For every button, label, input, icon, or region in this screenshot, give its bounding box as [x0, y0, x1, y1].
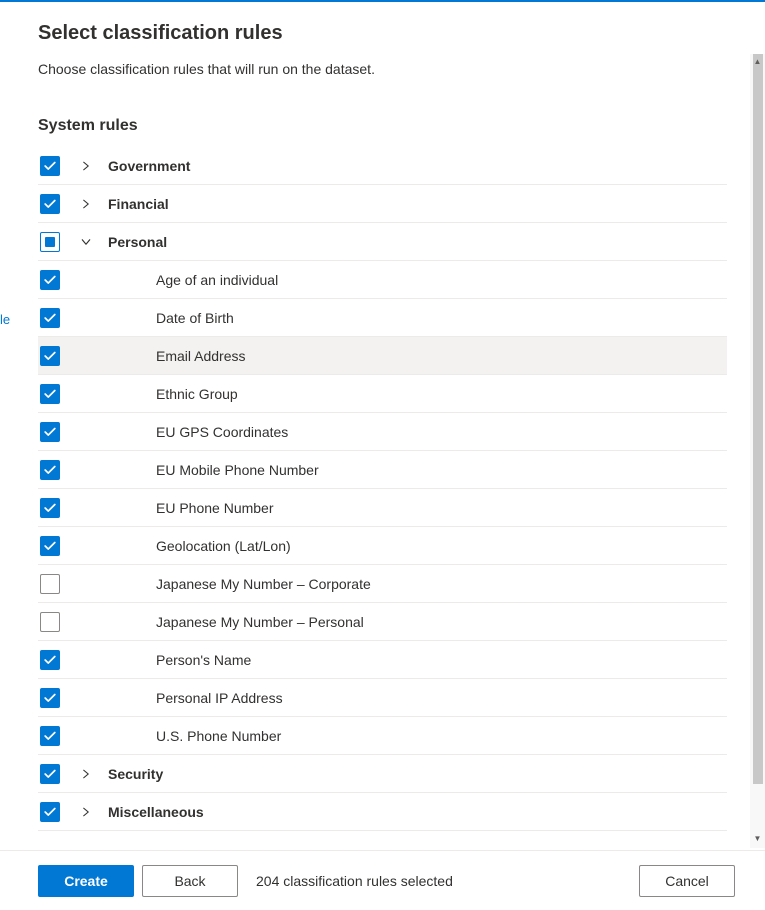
group-label[interactable]: Financial	[108, 196, 169, 212]
rule-group-row: Miscellaneous	[38, 793, 727, 831]
rule-group-row: Security	[38, 755, 727, 793]
group-label[interactable]: Government	[108, 158, 190, 174]
chevron-right-icon[interactable]	[78, 766, 94, 782]
rule-group-row: Personal	[38, 223, 727, 261]
scrollbar-thumb[interactable]	[753, 54, 763, 784]
rule-child-row: Japanese My Number – Corporate	[38, 565, 727, 603]
rule-checkbox[interactable]	[40, 612, 60, 632]
rule-list: Government Financial Personal Age of an ind…	[38, 147, 727, 831]
create-button[interactable]: Create	[38, 865, 134, 897]
group-label[interactable]: Security	[108, 766, 163, 782]
rule-label[interactable]: Personal IP Address	[156, 690, 283, 706]
rule-label[interactable]: Email Address	[156, 348, 245, 364]
rule-child-row: Geolocation (Lat/Lon)	[38, 527, 727, 565]
group-label[interactable]: Personal	[108, 234, 167, 250]
chevron-right-icon[interactable]	[78, 196, 94, 212]
section-title-system-rules: System rules	[38, 117, 727, 135]
group-checkbox[interactable]	[40, 156, 60, 176]
rule-label[interactable]: Ethnic Group	[156, 386, 238, 402]
rule-child-row: U.S. Phone Number	[38, 717, 727, 755]
rule-checkbox[interactable]	[40, 384, 60, 404]
scroll-up-arrow-icon[interactable]: ▲	[750, 54, 765, 69]
rule-child-row: EU GPS Coordinates	[38, 413, 727, 451]
footer-bar: Create Back 204 classification rules sel…	[0, 850, 765, 910]
group-checkbox[interactable]	[40, 232, 60, 252]
rule-checkbox[interactable]	[40, 726, 60, 746]
rule-group-row: Government	[38, 147, 727, 185]
rule-label[interactable]: EU Mobile Phone Number	[156, 462, 319, 478]
rule-checkbox[interactable]	[40, 346, 60, 366]
rule-checkbox[interactable]	[40, 650, 60, 670]
group-label[interactable]: Miscellaneous	[108, 804, 204, 820]
page-description: Choose classification rules that will ru…	[38, 61, 727, 77]
rule-child-row: EU Mobile Phone Number	[38, 451, 727, 489]
rule-child-row: Personal IP Address	[38, 679, 727, 717]
rule-label[interactable]: Age of an individual	[156, 272, 278, 288]
rule-checkbox[interactable]	[40, 574, 60, 594]
chevron-right-icon[interactable]	[78, 804, 94, 820]
cancel-button[interactable]: Cancel	[639, 865, 735, 897]
rule-checkbox[interactable]	[40, 688, 60, 708]
rule-label[interactable]: Japanese My Number – Corporate	[156, 576, 371, 592]
rule-child-row: Date of Birth	[38, 299, 727, 337]
left-edge-text: le	[0, 312, 10, 327]
scroll-down-arrow-icon[interactable]: ▼	[750, 831, 765, 846]
rule-child-row: Age of an individual	[38, 261, 727, 299]
rule-checkbox[interactable]	[40, 270, 60, 290]
rule-checkbox[interactable]	[40, 536, 60, 556]
rule-child-row: Email Address	[38, 337, 727, 375]
rule-child-row: Japanese My Number – Personal	[38, 603, 727, 641]
rule-label[interactable]: Geolocation (Lat/Lon)	[156, 538, 291, 554]
rule-label[interactable]: Japanese My Number – Personal	[156, 614, 364, 630]
rule-child-row: Ethnic Group	[38, 375, 727, 413]
rule-child-row: Person's Name	[38, 641, 727, 679]
main-content: Select classification rules Choose class…	[0, 2, 765, 848]
selection-status: 204 classification rules selected	[256, 873, 453, 889]
rule-child-row: EU Phone Number	[38, 489, 727, 527]
rule-label[interactable]: Date of Birth	[156, 310, 234, 326]
scrollbar-track[interactable]	[750, 54, 765, 848]
rule-label[interactable]: Person's Name	[156, 652, 251, 668]
rule-label[interactable]: EU Phone Number	[156, 500, 274, 516]
chevron-down-icon[interactable]	[78, 234, 94, 250]
group-checkbox[interactable]	[40, 194, 60, 214]
rule-checkbox[interactable]	[40, 460, 60, 480]
group-checkbox[interactable]	[40, 802, 60, 822]
page-title: Select classification rules	[38, 22, 727, 45]
group-checkbox[interactable]	[40, 764, 60, 784]
chevron-right-icon[interactable]	[78, 158, 94, 174]
back-button[interactable]: Back	[142, 865, 238, 897]
rule-label[interactable]: EU GPS Coordinates	[156, 424, 288, 440]
rule-checkbox[interactable]	[40, 498, 60, 518]
rule-group-row: Financial	[38, 185, 727, 223]
rule-checkbox[interactable]	[40, 308, 60, 328]
rule-label[interactable]: U.S. Phone Number	[156, 728, 281, 744]
rule-checkbox[interactable]	[40, 422, 60, 442]
